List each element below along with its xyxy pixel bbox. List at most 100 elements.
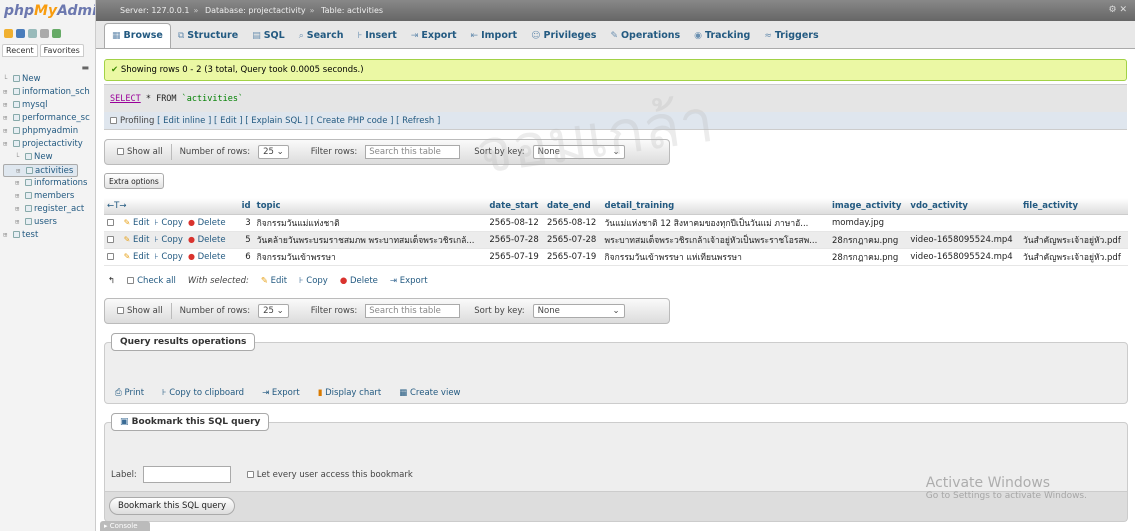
cell-detail_training[interactable]: พระบาทสมเด็จพระวชิรเกล้าเจ้าอยู่หัวเป็นพ…: [601, 231, 829, 249]
phpmyadmin-logo[interactable]: phpMyAdmin: [0, 0, 95, 26]
cell-image_activity[interactable]: 28กรกฎาคม.png: [829, 231, 908, 249]
cell-topic[interactable]: กิจกรรมวันแม่แห่งชาติ: [253, 214, 487, 232]
expand-icon[interactable]: └: [3, 73, 13, 86]
display-chart-button[interactable]: ▮ Display chart: [318, 388, 382, 398]
nav-tree-item[interactable]: ⊞ performance_sc: [3, 112, 95, 125]
row-delete-button[interactable]: ● Delete: [188, 252, 226, 262]
cell-file_activity[interactable]: [1020, 214, 1128, 232]
nav-tree-item[interactable]: └ New: [3, 73, 95, 86]
row-delete-button[interactable]: ● Delete: [188, 218, 226, 228]
nav-tree-item[interactable]: ⊞ phpmyadmin: [3, 125, 95, 138]
bulk-delete-button[interactable]: ● Delete: [340, 276, 378, 286]
cell-vdo_activity[interactable]: [907, 214, 1020, 232]
row-delete-button[interactable]: ● Delete: [188, 235, 226, 245]
sortkey-select-bottom[interactable]: None ⌄: [532, 303, 625, 318]
cell-image_activity[interactable]: momday.jpg: [829, 214, 908, 232]
nav-tree-item[interactable]: ⊞ members: [3, 190, 95, 203]
recent-tab[interactable]: Recent: [2, 44, 38, 57]
check-all[interactable]: Check all: [127, 276, 176, 286]
rows-select-bottom[interactable]: 25 ⌄: [258, 303, 289, 318]
cell-image_activity[interactable]: 28กรกฎาคม.png: [829, 248, 908, 266]
cell-id[interactable]: 3: [238, 214, 254, 232]
cell-topic[interactable]: กิจกรรมวันเข้าพรรษา: [253, 248, 487, 266]
export-button[interactable]: ⇥ Export: [262, 388, 300, 398]
nav-tree-item[interactable]: ⊞ users: [3, 216, 95, 229]
column-header-id[interactable]: id: [238, 198, 254, 215]
nav-tree-item[interactable]: ⊞ informations: [3, 177, 95, 190]
cell-file_activity[interactable]: วันสำคัญพระเจ้าอยู่หัว.pdf: [1020, 248, 1128, 266]
expand-icon[interactable]: ⊞: [3, 138, 13, 151]
column-header-detail_training[interactable]: detail_training: [601, 198, 829, 215]
expand-icon[interactable]: ⊞: [3, 229, 13, 242]
row-checkbox[interactable]: [107, 235, 114, 243]
tab-browse[interactable]: ▦ Browse: [104, 23, 171, 48]
bookmark-label-input[interactable]: [142, 466, 231, 483]
profiling-links[interactable]: [ Edit inline ] [ Edit ] [ Explain SQL ]…: [157, 116, 440, 126]
column-header-vdo_activity[interactable]: vdo_activity: [907, 198, 1020, 215]
logout-icon[interactable]: [16, 28, 25, 38]
cell-date_end[interactable]: 2565-08-12: [543, 214, 602, 232]
profiling-checkbox[interactable]: [110, 117, 117, 124]
favorites-tab[interactable]: Favorites: [39, 44, 84, 57]
cell-date_start[interactable]: 2565-07-28: [486, 231, 544, 249]
cell-topic[interactable]: วันคล้ายวันพระบรมราชสมภพ พระบาทสมเด็จพระ…: [253, 231, 487, 249]
cell-file_activity[interactable]: วันสำคัญพระเจ้าอยู่หัว.pdf: [1020, 231, 1128, 249]
tab-insert[interactable]: ⊦ Insert: [351, 24, 404, 48]
column-header-date_end[interactable]: date_end: [543, 198, 602, 215]
filter-input[interactable]: Search this table: [365, 145, 461, 159]
cell-id[interactable]: 6: [238, 248, 254, 266]
breadcrumb-table[interactable]: Table: activities: [321, 6, 383, 15]
row-checkbox[interactable]: [107, 252, 114, 260]
cell-vdo_activity[interactable]: video-1658095524.mp4: [907, 248, 1020, 266]
row-edit-button[interactable]: ✎ Edit: [124, 218, 150, 228]
expand-icon[interactable]: ⊞: [15, 203, 25, 216]
tab-triggers[interactable]: ≈ Triggers: [757, 24, 825, 48]
expand-icon[interactable]: └: [15, 151, 25, 164]
expand-icon[interactable]: ⊞: [3, 112, 13, 125]
bulk-copy-button[interactable]: ⊦ Copy: [299, 276, 328, 286]
show-all-checkbox[interactable]: [117, 148, 124, 155]
row-copy-button[interactable]: ⊦ Copy: [155, 235, 183, 245]
cell-vdo_activity[interactable]: video-1658095524.mp4: [907, 231, 1020, 249]
column-header-date_start[interactable]: date_start: [486, 198, 544, 215]
bulk-edit-button[interactable]: ✎ Edit: [261, 276, 287, 286]
expand-icon[interactable]: ⊞: [15, 216, 25, 229]
extra-options-button[interactable]: Extra options: [104, 173, 164, 189]
print-button[interactable]: ⎙ Print: [115, 388, 144, 398]
tab-sql[interactable]: ▤ SQL: [245, 24, 292, 48]
expand-icon[interactable]: ⊞: [15, 177, 25, 190]
reload-icon[interactable]: [52, 28, 61, 38]
tab-search[interactable]: ⌕ Search: [292, 24, 351, 48]
row-copy-button[interactable]: ⊦ Copy: [155, 252, 183, 262]
expand-icon[interactable]: ⊞: [3, 86, 13, 99]
settings-icon[interactable]: [40, 28, 49, 38]
tab-tracking[interactable]: ◉ Tracking: [687, 24, 757, 48]
console-toggle[interactable]: ▸ Console: [100, 521, 150, 531]
tab-import[interactable]: ⇤ Import: [464, 24, 525, 48]
docs-icon[interactable]: [28, 28, 37, 38]
create-view-button[interactable]: ▦ Create view: [399, 388, 460, 398]
nav-tree-item[interactable]: ⊞ test: [3, 229, 95, 242]
filter-input-bottom[interactable]: Search this table: [365, 303, 461, 318]
nav-tree-item[interactable]: ⊞ projectactivity: [3, 138, 95, 151]
row-edit-button[interactable]: ✎ Edit: [124, 235, 150, 245]
cell-date_start[interactable]: 2565-07-19: [486, 248, 544, 266]
nav-tree-item[interactable]: └ New: [3, 151, 95, 164]
tab-structure[interactable]: ⧉ Structure: [171, 24, 245, 48]
cell-date_start[interactable]: 2565-08-12: [486, 214, 544, 232]
bulk-export-button[interactable]: ⇥ Export: [390, 276, 428, 286]
column-header-file_activity[interactable]: file_activity: [1020, 198, 1128, 215]
cell-date_end[interactable]: 2565-07-19: [543, 248, 602, 266]
cell-date_end[interactable]: 2565-07-28: [543, 231, 602, 249]
cell-id[interactable]: 5: [238, 231, 254, 249]
column-arrows[interactable]: ←T→: [104, 198, 239, 215]
expand-icon[interactable]: ⊞: [15, 190, 25, 203]
expand-icon[interactable]: ⊞: [3, 99, 13, 112]
nav-tree-item[interactable]: ⊞ information_sch: [3, 86, 95, 99]
bookmark-button[interactable]: Bookmark this SQL query: [109, 496, 236, 515]
gear-icon[interactable]: ⚙ ✕: [1109, 0, 1127, 21]
rows-select[interactable]: 25 ⌄: [258, 145, 289, 159]
tab-operations[interactable]: ✎ Operations: [603, 24, 687, 48]
tab-export[interactable]: ⇥ Export: [404, 24, 464, 48]
cell-detail_training[interactable]: กิจกรรมวันเข้าพรรษา แห่เทียนพรรษา: [601, 248, 829, 266]
